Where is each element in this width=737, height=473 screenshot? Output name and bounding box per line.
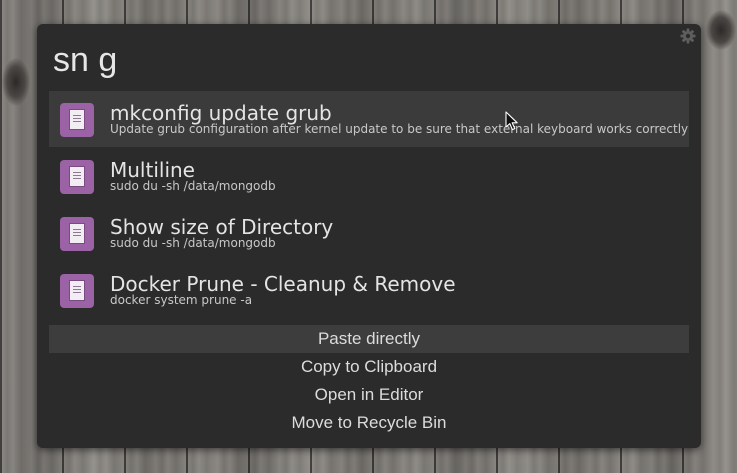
result-item[interactable]: Multiline sudo du -sh /data/mongodb — [49, 148, 689, 204]
wood-knot — [706, 10, 736, 50]
result-title: mkconfig update grub — [110, 101, 332, 125]
copy-to-clipboard-action[interactable]: Copy to Clipboard — [49, 353, 689, 381]
document-icon — [60, 274, 94, 308]
mouse-cursor-icon — [505, 111, 518, 131]
launcher-panel: sn g mkconfig update grub Update grub co… — [37, 24, 701, 448]
wood-knot — [2, 58, 30, 106]
result-item[interactable]: mkconfig update grub Update grub configu… — [49, 91, 689, 147]
result-subtitle: sudo du -sh /data/mongodb — [110, 236, 276, 250]
open-in-editor-action[interactable]: Open in Editor — [49, 381, 689, 409]
result-title: Show size of Directory — [110, 215, 334, 239]
result-item[interactable]: Show size of Directory sudo du -sh /data… — [49, 205, 689, 261]
move-to-recycle-bin-action[interactable]: Move to Recycle Bin — [49, 409, 689, 437]
document-icon — [60, 217, 94, 251]
result-title: Docker Prune - Cleanup & Remove — [110, 272, 456, 296]
search-query-input[interactable]: sn g — [53, 40, 117, 80]
document-icon — [60, 103, 94, 137]
paste-directly-action[interactable]: Paste directly — [49, 325, 689, 353]
gear-icon[interactable] — [680, 28, 696, 44]
result-subtitle: docker system prune -a — [110, 293, 253, 307]
result-title: Multiline — [110, 158, 195, 182]
result-item[interactable]: Docker Prune - Cleanup & Remove docker s… — [49, 262, 689, 318]
result-subtitle: Update grub configuration after kernel u… — [110, 122, 689, 136]
actions-list: Paste directly Copy to Clipboard Open in… — [49, 325, 689, 437]
results-list: mkconfig update grub Update grub configu… — [49, 91, 689, 319]
document-icon — [60, 160, 94, 194]
result-subtitle: sudo du -sh /data/mongodb — [110, 179, 276, 193]
